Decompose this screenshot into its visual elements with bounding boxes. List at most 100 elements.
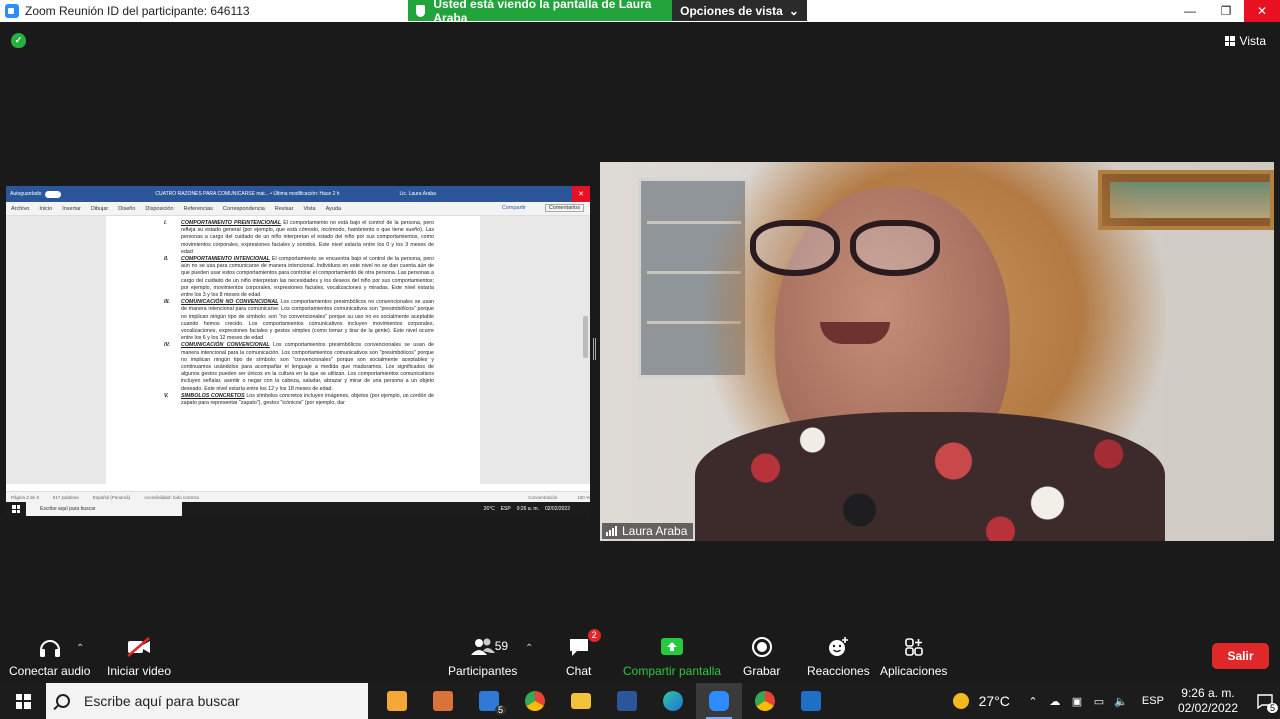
chat-label: Chat	[566, 664, 592, 678]
taskbar-app-zoom[interactable]	[696, 683, 742, 719]
taskbar-app-chrome-2[interactable]	[742, 683, 788, 719]
notification-count: 5	[1266, 703, 1278, 713]
word-word-count: 617 palabras	[52, 494, 79, 500]
item-number: V.	[164, 392, 169, 399]
word-accessibility: Accesibilidad: todo correcto	[144, 494, 200, 500]
notifications-button[interactable]: 5	[1250, 683, 1280, 719]
clock-time: 9:26 a. m.	[1181, 686, 1235, 700]
system-tray: 27°C ⌃ ☁ ▣ ▭ 🔈 ESP 9:26 a. m. 02/02/2022…	[952, 683, 1280, 719]
cloud-icon[interactable]: ☁	[1048, 695, 1062, 708]
smiley-icon	[826, 635, 850, 659]
list-item: IV. COMUNICACIÓN CONVENCIONAL Los compor…	[106, 342, 480, 392]
share-screen-label: Compartir pantalla	[623, 664, 722, 678]
share-screen-button[interactable]: Compartir pantalla	[623, 635, 721, 678]
clock-date: 02/02/2022	[1177, 701, 1238, 715]
word-focus: Concentración	[528, 494, 558, 500]
word-page: I. COMPORTAMIENTO PREINTENCIONAL El comp…	[106, 216, 480, 484]
view-button[interactable]: Vista	[1224, 34, 1266, 48]
word-document-area: I. COMPORTAMIENTO PREINTENCIONAL El comp…	[6, 216, 590, 484]
share-banner: Usted está viendo la pantalla de Laura A…	[408, 0, 672, 25]
word-title-bar: Autoguardado CUATRO RAZONES PARA COMUNIC…	[6, 186, 590, 202]
shared-lang: ESP	[500, 506, 511, 512]
taskbar-app-store[interactable]	[374, 683, 420, 719]
participants-icon: 59	[469, 635, 508, 659]
window-title: Zoom Reunión ID del participante: 646113	[25, 4, 250, 18]
meeting-toolbar: Conectar audio ⌃ Iniciar video 59 Partic…	[0, 627, 1280, 683]
word-menu-item: Revisar	[274, 205, 294, 212]
taskbar-app-mail[interactable]: 5	[466, 683, 512, 719]
shared-taskbar: Escribe aquí para buscar 26°C ESP 9:26 a…	[6, 502, 590, 516]
word-menu-item: Vista	[303, 205, 316, 212]
word-menu-item: Ayuda	[325, 205, 342, 212]
taskbar-app-edge[interactable]	[650, 683, 696, 719]
shield-icon	[416, 4, 426, 17]
word-menu-item: Insertar	[62, 205, 81, 212]
glasses-left	[750, 220, 840, 276]
restore-button[interactable]: ❐	[1208, 0, 1244, 22]
taskbar-app-chrome[interactable]	[512, 683, 558, 719]
search-icon	[56, 694, 70, 708]
participant-video[interactable]: Laura Araba	[600, 162, 1274, 541]
share-banner-text: Usted está viendo la pantalla de Laura A…	[433, 0, 652, 25]
word-zoom: 100 %	[577, 494, 590, 500]
record-icon	[751, 635, 773, 659]
shared-screen[interactable]: Autoguardado CUATRO RAZONES PARA COMUNIC…	[6, 186, 590, 516]
camera-icon[interactable]: ▣	[1070, 695, 1084, 708]
leave-button[interactable]: Salir	[1212, 643, 1269, 669]
record-button[interactable]: Grabar	[743, 635, 780, 678]
windows-taskbar: Escribe aquí para buscar 5 27°C ⌃ ☁ ▣ ▭ …	[0, 683, 1280, 719]
chrome-icon	[525, 691, 545, 711]
taskbar-clock[interactable]: 9:26 a. m. 02/02/2022	[1178, 686, 1238, 716]
participants-button[interactable]: 59 Participantes	[448, 635, 517, 678]
word-close-icon: ✕	[572, 186, 590, 202]
weather-temp[interactable]: 27°C	[979, 693, 1010, 709]
reactions-button[interactable]: Reacciones	[807, 635, 870, 678]
tray-chevron-icon[interactable]: ⌃	[1026, 695, 1040, 708]
close-button[interactable]: ✕	[1244, 0, 1280, 22]
glasses-right	[850, 220, 940, 276]
apps-button[interactable]: Aplicaciones	[880, 635, 947, 678]
start-button[interactable]	[0, 683, 46, 719]
participants-options-caret[interactable]: ⌃	[525, 643, 533, 654]
connect-audio-label: Conectar audio	[9, 664, 91, 678]
network-icon[interactable]: ▭	[1092, 695, 1106, 708]
start-video-button[interactable]: Iniciar video	[107, 635, 171, 678]
audio-options-caret[interactable]: ⌃	[76, 643, 84, 654]
shared-date: 02/02/2022	[544, 506, 570, 512]
word-menu-item: Inicio	[39, 205, 53, 212]
taskbar-app-media[interactable]	[420, 683, 466, 719]
shared-time: 9:26 a. m.	[516, 506, 539, 512]
shared-temp: 26°C	[483, 506, 495, 512]
word-comments: Comentarios	[544, 204, 584, 212]
word-language: Español (Panamá)	[92, 494, 131, 500]
chat-icon: 2	[567, 629, 601, 659]
taskbar-app-photos[interactable]	[788, 683, 834, 719]
view-options-button[interactable]: Opciones de vista ⌄	[672, 0, 807, 21]
taskbar-app-word[interactable]	[604, 683, 650, 719]
taskbar-app-explorer[interactable]	[558, 683, 604, 719]
connect-audio-button[interactable]: Conectar audio	[9, 635, 90, 678]
volume-muted-icon[interactable]: 🔈	[1114, 695, 1128, 708]
chevron-down-icon: ⌄	[788, 3, 799, 18]
security-shield-icon[interactable]: ✓	[11, 33, 26, 48]
item-text: Los comportamientos presimbólicos conven…	[181, 342, 434, 392]
input-language[interactable]: ESP	[1142, 695, 1164, 707]
list-item: II. COMPORTAMIENTO INTENCIONAL El compor…	[106, 256, 480, 299]
chat-button[interactable]: 2 Chat	[566, 629, 601, 678]
item-number: II.	[164, 256, 169, 263]
word-page-count: Página 2 de 3	[11, 494, 39, 500]
word-scrollbar	[583, 316, 588, 358]
weather-sun-icon[interactable]	[952, 693, 969, 709]
split-resize-handle[interactable]	[593, 338, 596, 360]
word-menu-item: Dibujar	[90, 205, 109, 212]
zoom-app-icon	[5, 4, 19, 18]
view-label: Vista	[1239, 34, 1266, 48]
list-item: V. SIMBOLOS CONCRETOS Los símbolos concr…	[106, 393, 480, 407]
word-doc-title: CUATRO RAZONES PARA COMUNICARSE mat... •…	[155, 191, 340, 197]
minimize-button[interactable]: —	[1172, 0, 1208, 22]
word-menu-item: Correspondencia	[222, 205, 265, 212]
record-label: Grabar	[743, 664, 781, 678]
taskbar-search-box[interactable]: Escribe aquí para buscar	[46, 683, 368, 719]
chat-badge: 2	[587, 629, 601, 642]
item-number: I.	[164, 220, 167, 226]
